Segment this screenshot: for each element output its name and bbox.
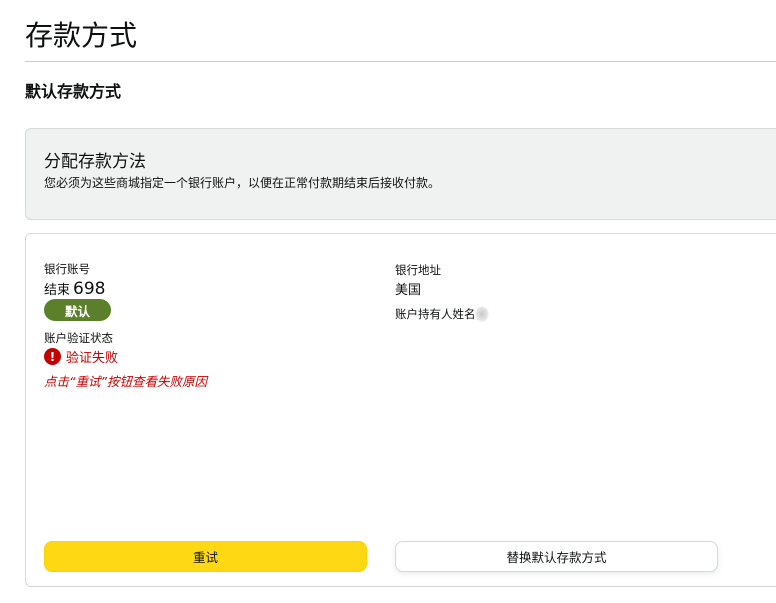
bank-address-value: 美国 bbox=[395, 283, 422, 298]
bank-account-label: 银行账号 bbox=[44, 262, 90, 276]
account-ending: 结束 698 bbox=[44, 279, 105, 299]
bank-account-card: 银行账号 结束 698 默认 账户验证状态 ! 验证失败 点击“重试”按钮查看失败… bbox=[25, 233, 776, 587]
replace-default-method-button[interactable]: 替换默认存款方式 bbox=[395, 541, 718, 572]
default-method-heading: 默认存款方式 bbox=[25, 82, 122, 101]
redacted-holder-name bbox=[475, 306, 489, 322]
account-ending-digits: 698 bbox=[73, 279, 106, 299]
assign-method-title: 分配存款方法 bbox=[44, 152, 146, 172]
verification-status-label: 账户验证状态 bbox=[44, 331, 113, 345]
assign-method-panel: 分配存款方法 您必须为这些商城指定一个银行账户，以便在正常付款期结束后接收付款。 bbox=[25, 128, 776, 220]
assign-method-description: 您必须为这些商城指定一个银行账户，以便在正常付款期结束后接收付款。 bbox=[44, 176, 441, 190]
default-badge: 默认 bbox=[44, 299, 111, 321]
account-ending-prefix: 结束 bbox=[44, 283, 71, 298]
account-holder-label-text: 账户持有人姓名 bbox=[395, 307, 476, 321]
alert-circle-icon: ! bbox=[44, 348, 61, 365]
retry-button[interactable]: 重试 bbox=[44, 541, 367, 572]
title-divider bbox=[25, 61, 776, 62]
verification-status-text: 验证失败 bbox=[66, 351, 119, 366]
account-holder-label: 账户持有人姓名 bbox=[395, 306, 489, 322]
bank-address-label: 银行地址 bbox=[395, 263, 441, 277]
verification-hint: 点击“重试”按钮查看失败原因 bbox=[44, 374, 207, 389]
page-title: 存款方式 bbox=[25, 19, 138, 52]
verification-status: ! 验证失败 bbox=[44, 347, 118, 366]
